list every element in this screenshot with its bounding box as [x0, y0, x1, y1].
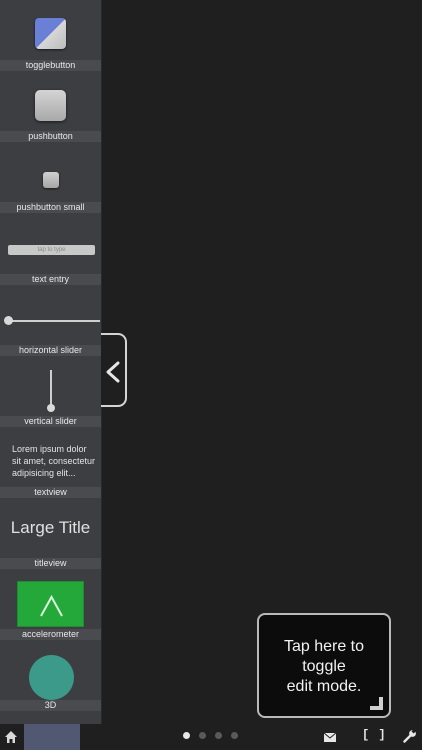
- page-dot[interactable]: [215, 732, 222, 739]
- titleview-widget-sample[interactable]: Large Title: [0, 517, 101, 539]
- toggle-edit-mode-button[interactable]: Tap here to toggle edit mode.: [257, 613, 391, 718]
- accelerometer-widget-icon[interactable]: [17, 581, 84, 627]
- vertical-slider-label: vertical slider: [0, 416, 101, 427]
- pushbutton-label: pushbutton: [0, 131, 101, 142]
- next-widget-thumbnail[interactable]: [24, 724, 80, 750]
- vertical-slider-knob[interactable]: [47, 404, 55, 412]
- page-dot[interactable]: [231, 732, 238, 739]
- horizontal-slider-knob[interactable]: [4, 316, 13, 325]
- fullscreen-brackets-button[interactable]: [ ]: [362, 728, 387, 742]
- tooltip-text: Tap here to toggle edit mode.: [283, 638, 365, 695]
- 3d-label: 3D: [0, 700, 101, 711]
- textview-label: textview: [0, 487, 101, 498]
- page-dot[interactable]: [199, 732, 206, 739]
- widget-palette-sidebar[interactable]: togglebutton pushbutton pushbutton small…: [0, 0, 102, 724]
- page-dot[interactable]: [183, 732, 190, 739]
- togglebutton-label: togglebutton: [0, 60, 101, 71]
- pushbutton-small-label: pushbutton small: [0, 202, 101, 213]
- togglebutton-widget-icon[interactable]: [35, 18, 66, 49]
- 3d-widget-icon[interactable]: [29, 655, 74, 700]
- sidebar-collapse-handle[interactable]: [101, 333, 127, 407]
- home-icon[interactable]: [4, 730, 18, 744]
- resize-corner-icon: [370, 697, 383, 710]
- app-root: togglebutton pushbutton pushbutton small…: [0, 0, 422, 750]
- wrench-icon[interactable]: [403, 729, 417, 743]
- page-indicator[interactable]: [183, 732, 238, 740]
- horizontal-slider-track[interactable]: [8, 320, 100, 322]
- textview-widget-sample[interactable]: Lorem ipsum dolor sit amet, consectetur …: [12, 443, 98, 479]
- text-entry-label: text entry: [0, 274, 101, 285]
- vertical-slider-track[interactable]: [50, 370, 52, 408]
- titleview-label: titleview: [0, 558, 101, 569]
- chevron-up-icon: [40, 594, 63, 617]
- accelerometer-label: accelerometer: [0, 629, 101, 640]
- mail-icon[interactable]: [324, 733, 336, 742]
- pushbutton-widget-icon[interactable]: [35, 90, 66, 121]
- text-entry-widget-icon[interactable]: tap to type: [8, 245, 95, 255]
- horizontal-slider-label: horizontal slider: [0, 345, 101, 356]
- chevron-left-icon: [106, 361, 120, 383]
- pushbutton-small-widget-icon[interactable]: [43, 172, 59, 188]
